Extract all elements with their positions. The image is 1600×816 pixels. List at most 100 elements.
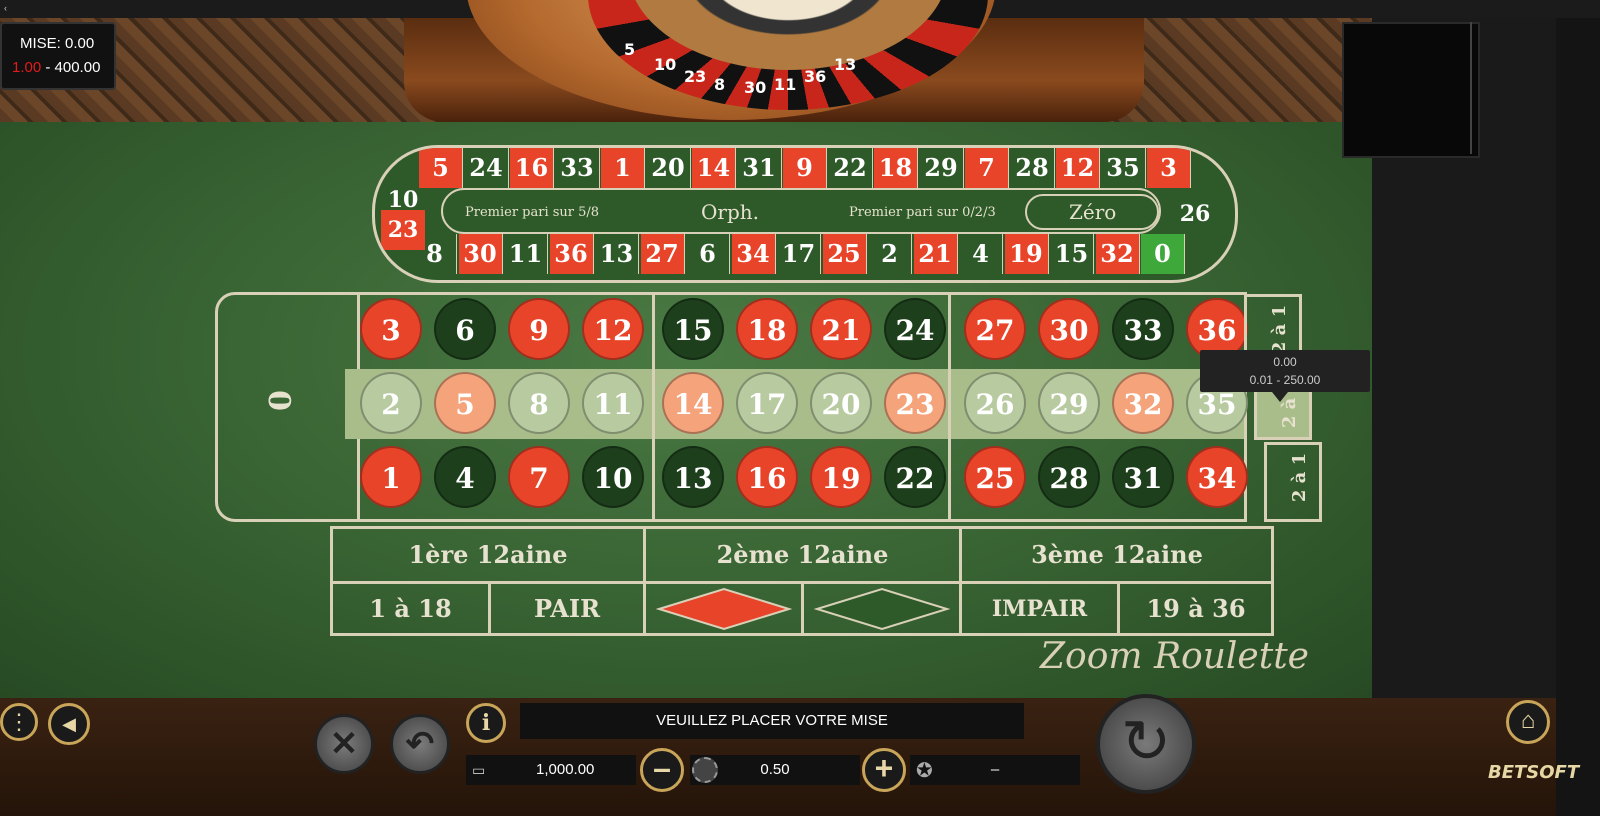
number-cell[interactable]: 5 <box>426 368 498 438</box>
number-cell[interactable]: 19 <box>802 442 874 512</box>
info-icon[interactable]: i <box>466 703 506 743</box>
number-cell[interactable]: 7 <box>500 442 572 512</box>
number-cell[interactable]: 3 <box>352 294 424 364</box>
racetrack-number[interactable]: 22 <box>829 148 873 188</box>
racetrack-number[interactable]: 6 <box>686 234 730 274</box>
balance-value: 1,000.00 <box>536 761 595 778</box>
dozen-2[interactable]: 2ème 12aine <box>646 533 959 577</box>
high-bet[interactable]: 19 à 36 <box>1120 585 1272 633</box>
number-cell[interactable]: 25 <box>956 442 1028 512</box>
spin-button[interactable]: ↻ <box>1096 694 1196 794</box>
clear-bets-button[interactable]: ✕ <box>314 714 374 774</box>
number-cell[interactable]: 23 <box>876 368 948 438</box>
red-diamond-icon <box>655 587 792 631</box>
racetrack-number[interactable]: 12 <box>1056 148 1100 188</box>
racetrack-right-26[interactable]: 26 <box>1173 194 1217 234</box>
racetrack-number[interactable]: 17 <box>777 234 821 274</box>
dozen-1[interactable]: 1ère 12aine <box>333 533 643 577</box>
status-message: VEUILLEZ PLACER VOTRE MISE <box>520 703 1024 739</box>
racetrack-number[interactable]: 28 <box>1011 148 1055 188</box>
low-bet[interactable]: 1 à 18 <box>333 585 488 633</box>
number-cell[interactable]: 28 <box>1030 442 1102 512</box>
number-cell[interactable]: 10 <box>574 442 646 512</box>
number-cell[interactable]: 33 <box>1104 294 1176 364</box>
number-cell[interactable]: 21 <box>802 294 874 364</box>
number-cell[interactable]: 16 <box>728 442 800 512</box>
racetrack-number[interactable]: 31 <box>738 148 782 188</box>
number-cell[interactable]: 17 <box>728 368 800 438</box>
number-chip: 20 <box>810 372 872 434</box>
number-cell[interactable]: 2 <box>352 368 424 438</box>
number-cell[interactable]: 9 <box>500 294 572 364</box>
number-cell[interactable]: 31 <box>1104 442 1176 512</box>
number-cell[interactable]: 30 <box>1030 294 1102 364</box>
racetrack-number[interactable]: 34 <box>731 234 776 274</box>
dozen-3[interactable]: 3ème 12aine <box>962 533 1272 577</box>
even-bet[interactable]: PAIR <box>491 585 643 633</box>
column-bet-bottom[interactable]: 2 à 1 <box>1264 442 1322 522</box>
number-cell[interactable]: 12 <box>574 294 646 364</box>
number-cell[interactable]: 29 <box>1030 368 1102 438</box>
back-icon[interactable]: ‹ <box>4 3 7 13</box>
racetrack-number[interactable]: 25 <box>822 234 867 274</box>
racetrack-number[interactable]: 36 <box>549 234 594 274</box>
home-icon[interactable]: ⌂ <box>1506 700 1550 744</box>
racetrack-number[interactable]: 1 <box>601 148 645 188</box>
menu-icon[interactable]: ⋮ <box>0 703 38 741</box>
number-cell[interactable]: 1 <box>352 442 424 512</box>
racetrack-number[interactable]: 13 <box>595 234 639 274</box>
number-cell[interactable]: 15 <box>654 294 726 364</box>
racetrack-number[interactable]: 20 <box>647 148 691 188</box>
racetrack-number[interactable]: 35 <box>1102 148 1146 188</box>
decrease-chip-button[interactable]: – <box>640 748 684 792</box>
racetrack-number[interactable]: 0 <box>1141 234 1185 274</box>
black-bet[interactable] <box>804 585 959 633</box>
number-cell[interactable]: 18 <box>728 294 800 364</box>
number-cell[interactable]: 34 <box>1178 442 1250 512</box>
orph-label[interactable]: Orph. <box>701 200 759 224</box>
racetrack-number[interactable]: 16 <box>510 148 554 188</box>
number-chip: 14 <box>662 372 724 434</box>
racetrack-number[interactable]: 33 <box>556 148 600 188</box>
red-bet[interactable] <box>646 585 801 633</box>
racetrack-number[interactable]: 24 <box>465 148 509 188</box>
racetrack-number[interactable]: 2 <box>868 234 912 274</box>
racetrack-number[interactable]: 5 <box>419 148 463 188</box>
racetrack-number[interactable]: 19 <box>1004 234 1049 274</box>
racetrack-number[interactable]: 18 <box>874 148 918 188</box>
racetrack-number[interactable]: 9 <box>783 148 827 188</box>
increase-chip-button[interactable]: + <box>862 748 906 792</box>
number-cell[interactable]: 26 <box>956 368 1028 438</box>
voisins-label[interactable]: Premier pari sur 0/2/3 <box>849 205 996 220</box>
tiers-label[interactable]: Premier pari sur 5/8 <box>465 205 599 220</box>
number-cell[interactable]: 13 <box>654 442 726 512</box>
number-cell[interactable]: 8 <box>500 368 572 438</box>
number-cell[interactable]: 24 <box>876 294 948 364</box>
odd-bet[interactable]: IMPAIR <box>962 585 1117 633</box>
number-cell[interactable]: 32 <box>1104 368 1176 438</box>
sound-icon[interactable]: ◀ <box>48 703 90 745</box>
racetrack-number[interactable]: 29 <box>920 148 964 188</box>
racetrack-number[interactable]: 30 <box>458 234 503 274</box>
racetrack-number[interactable]: 7 <box>965 148 1009 188</box>
number-cell[interactable]: 27 <box>956 294 1028 364</box>
racetrack-number[interactable]: 8 <box>413 234 457 274</box>
racetrack-number[interactable]: 32 <box>1095 234 1140 274</box>
number-cell[interactable]: 11 <box>574 368 646 438</box>
racetrack-number[interactable]: 4 <box>959 234 1003 274</box>
undo-button[interactable]: ↶ <box>390 714 450 774</box>
number-cell[interactable]: 4 <box>426 442 498 512</box>
racetrack-number[interactable]: 3 <box>1147 148 1191 188</box>
wheel-number: 8 <box>714 75 726 94</box>
number-cell[interactable]: 20 <box>802 368 874 438</box>
racetrack-number[interactable]: 11 <box>504 234 548 274</box>
racetrack-number[interactable]: 15 <box>1050 234 1094 274</box>
racetrack-number[interactable]: 14 <box>692 148 736 188</box>
chip-icon <box>692 757 718 783</box>
number-cell[interactable]: 22 <box>876 442 948 512</box>
number-cell[interactable]: 14 <box>654 368 726 438</box>
racetrack-number[interactable]: 21 <box>913 234 958 274</box>
racetrack-number[interactable]: 27 <box>640 234 685 274</box>
number-cell[interactable]: 6 <box>426 294 498 364</box>
zero-spiel-label[interactable]: Zéro <box>1069 200 1116 224</box>
